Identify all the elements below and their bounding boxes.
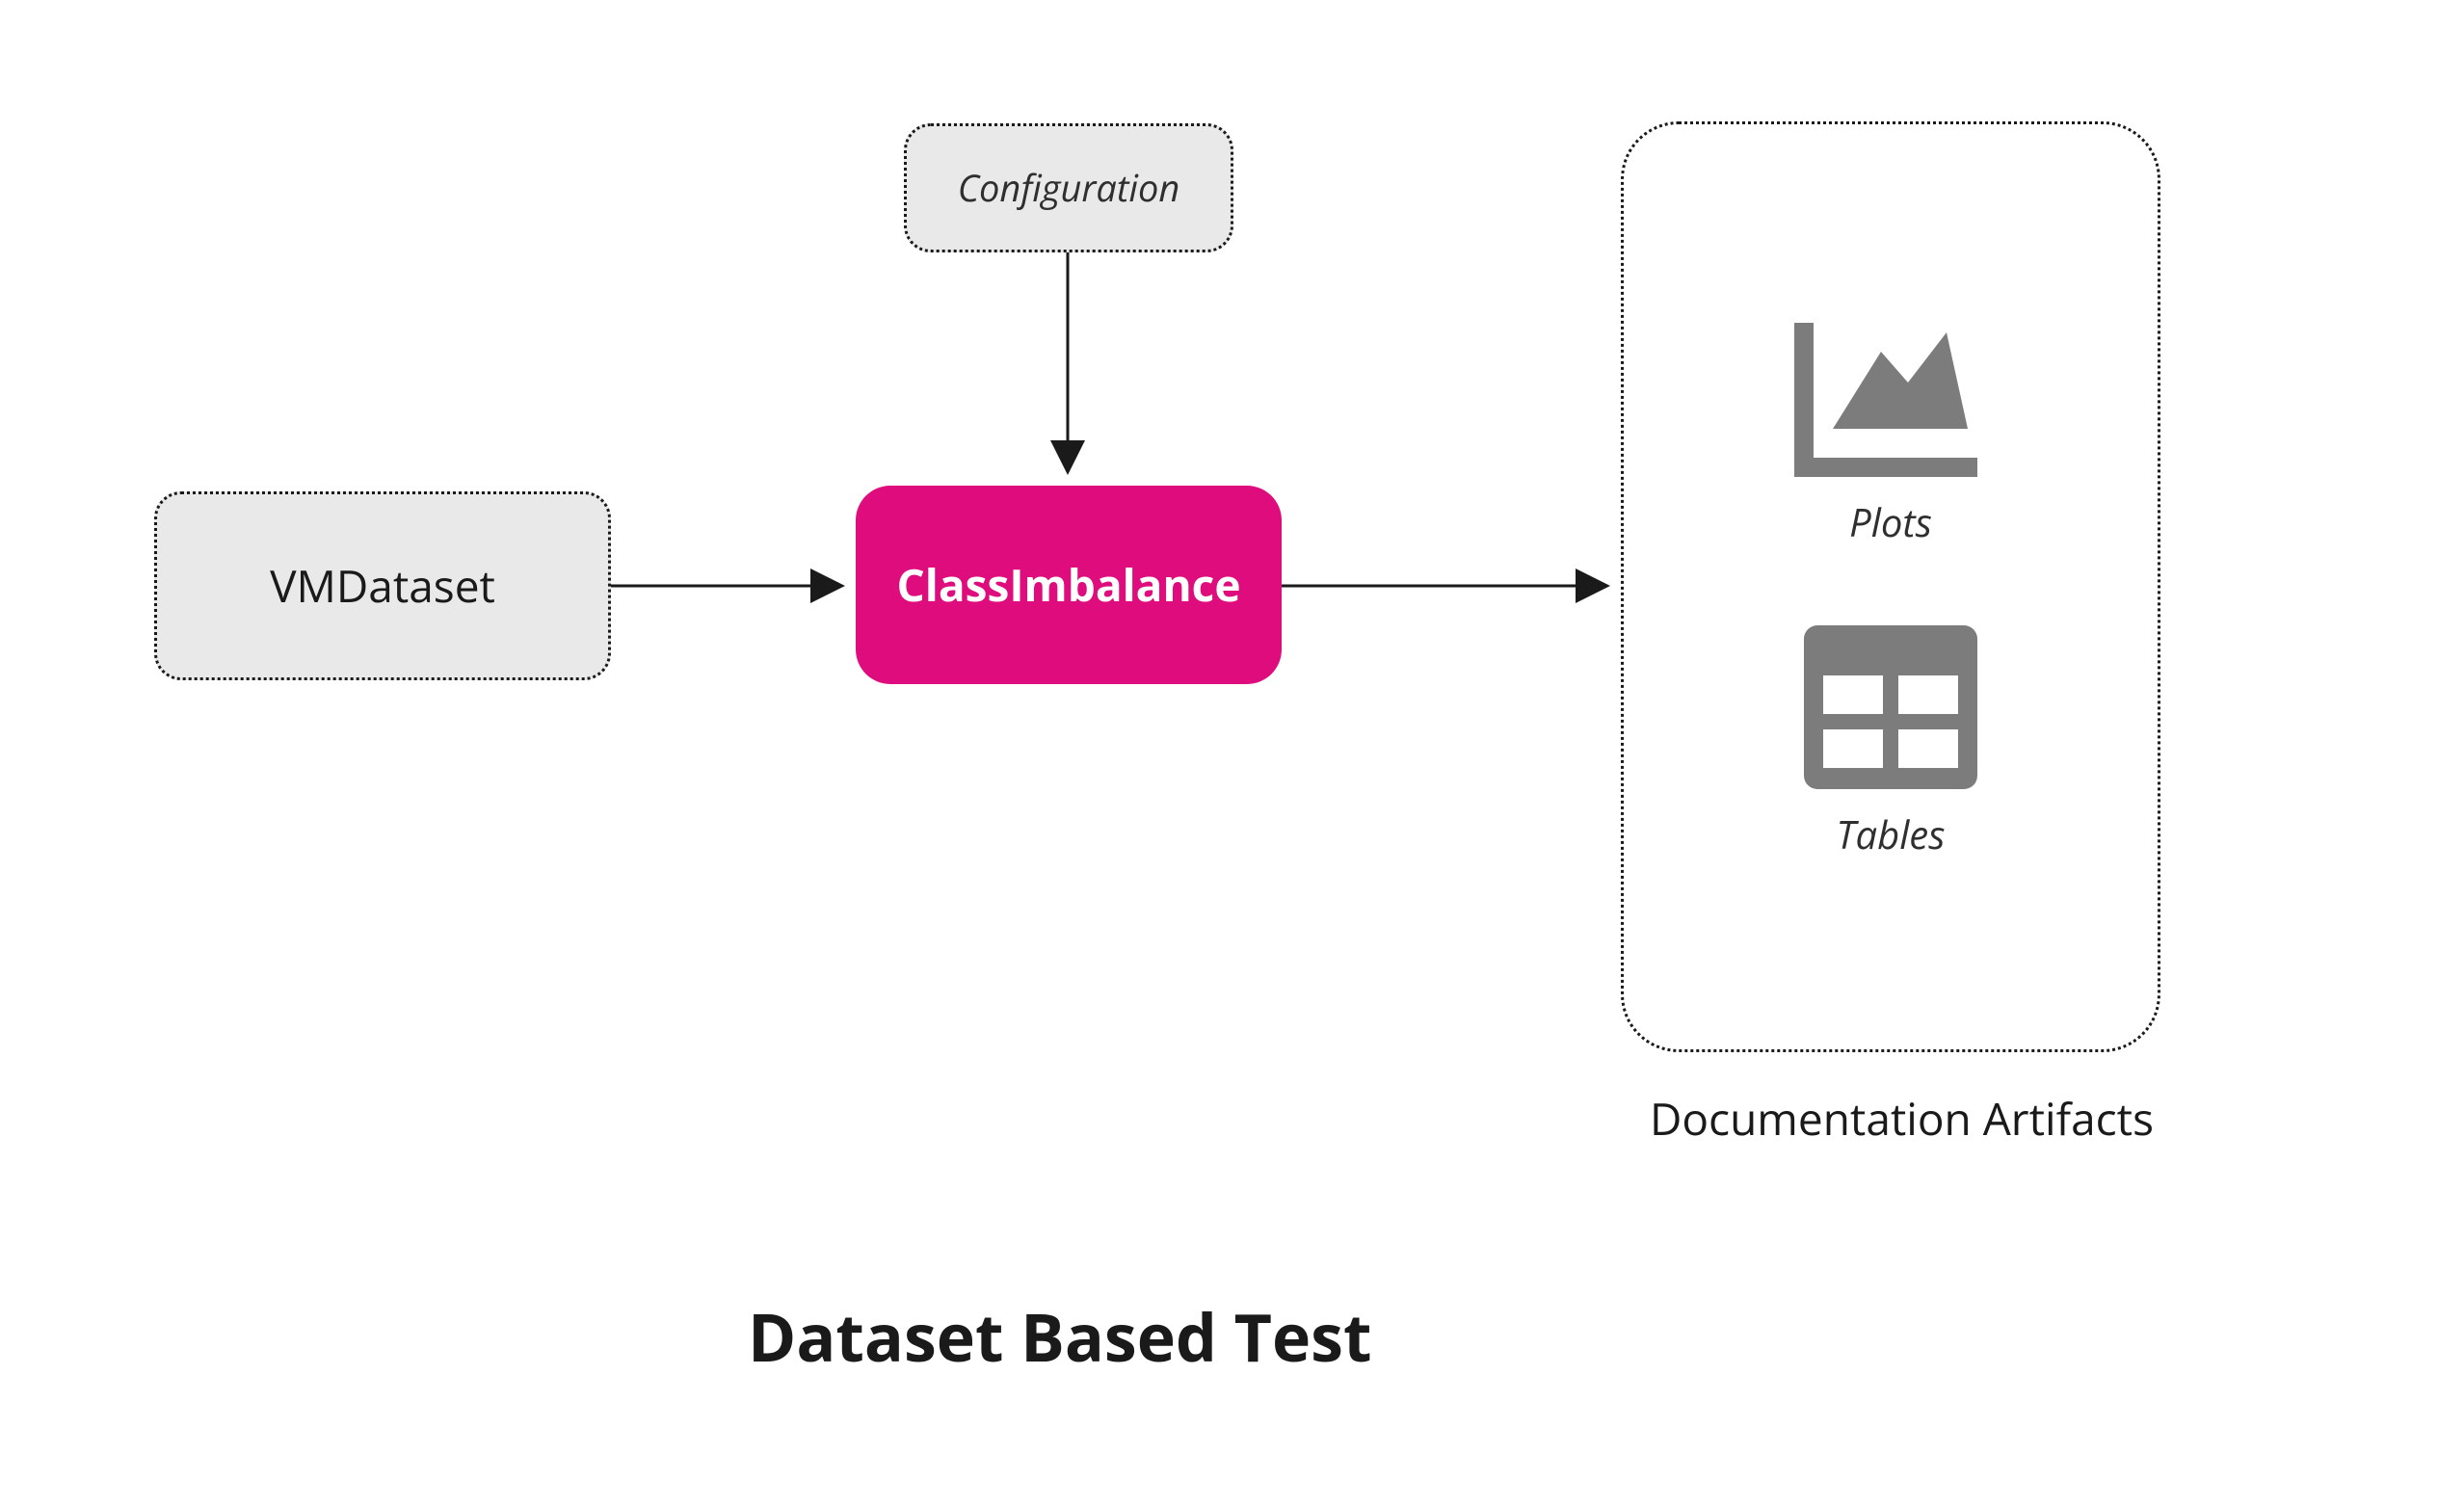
- node-classimbalance-label: ClassImbalance: [896, 555, 1240, 615]
- arrow-vmdataset-to-classimbalance: [611, 576, 856, 595]
- arrow-classimbalance-to-artifacts: [1282, 576, 1621, 595]
- artifact-plots: Plots: [1794, 313, 1987, 548]
- artifacts-container: Plots Tables: [1621, 121, 2160, 1052]
- node-configuration: Configuration: [904, 123, 1233, 252]
- node-classimbalance: ClassImbalance: [856, 486, 1282, 684]
- area-chart-icon: [1794, 313, 1987, 482]
- table-icon: [1804, 625, 1977, 794]
- artifact-tables: Tables: [1804, 625, 1977, 860]
- node-vmdataset: VMDataset: [154, 491, 611, 680]
- node-configuration-label: Configuration: [958, 163, 1180, 213]
- artifacts-caption: Documentation Artifacts: [1650, 1089, 2154, 1149]
- node-vmdataset-label: VMDataset: [270, 556, 495, 616]
- artifact-plots-label: Plots: [1849, 495, 1932, 548]
- arrow-configuration-to-classimbalance: [1058, 252, 1077, 486]
- diagram-canvas: VMDataset Configuration ClassImbalance P…: [0, 0, 2464, 1507]
- diagram-title: Dataset Based Test: [748, 1291, 1371, 1381]
- artifact-tables-label: Tables: [1837, 807, 1946, 860]
